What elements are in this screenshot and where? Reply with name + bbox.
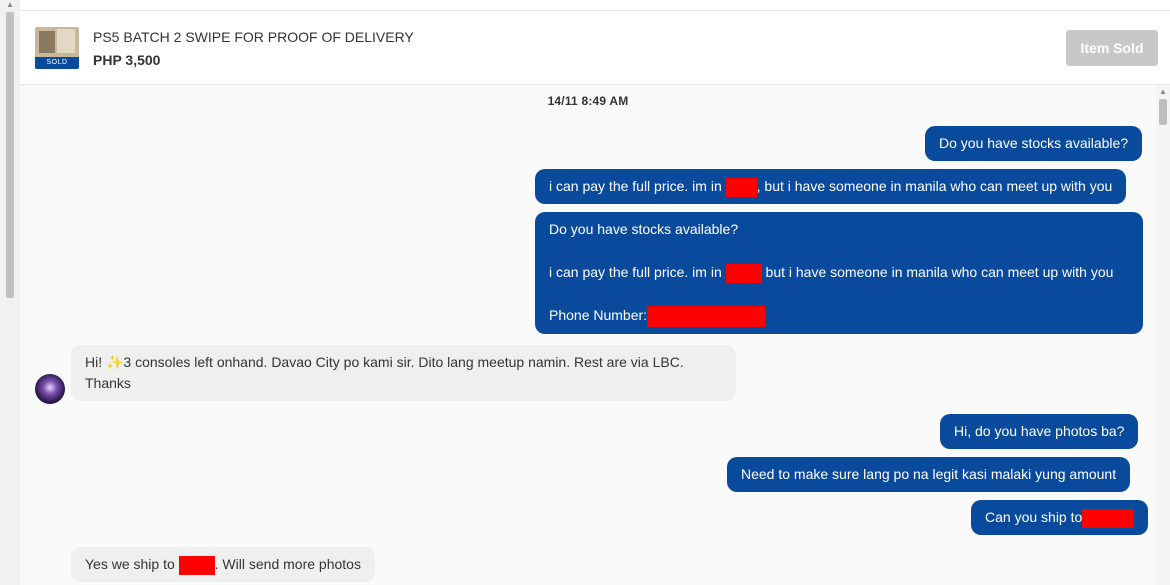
message-line: i can pay the full price. im in but i ha… <box>549 262 1129 283</box>
incoming-message: Yes we ship to . Will send more photos <box>71 547 375 582</box>
page-scrollbar-thumb[interactable] <box>6 12 14 298</box>
thread-scrollbar-thumb[interactable] <box>1159 99 1167 125</box>
listing-price: PHP 3,500 <box>93 52 161 68</box>
outgoing-message: Need to make sure lang po na legit kasi … <box>727 457 1131 492</box>
outgoing-message: Do you have stocks available? <box>925 126 1143 161</box>
redaction-block <box>178 555 215 575</box>
outgoing-message: Hi, do you have photos ba? <box>940 414 1139 449</box>
message-text: i can pay the full price. im in <box>549 264 726 280</box>
thumbnail-image-part <box>39 31 55 53</box>
message-text: Do you have stocks available? <box>549 221 739 237</box>
message-text: Hi, do you have photos ba? <box>954 423 1125 439</box>
message-text: , but i have someone in manila who can m… <box>756 178 1113 194</box>
outgoing-message: Can you ship to <box>971 500 1149 535</box>
thumbnail-image-part <box>57 29 75 53</box>
message-text: Hi! ✨3 consoles left onhand. Davao City … <box>85 354 684 391</box>
sold-badge: SOLD <box>35 57 79 69</box>
scroll-up-icon[interactable]: ▲ <box>1156 87 1170 97</box>
message-line: Phone Number: <box>549 305 1129 327</box>
redaction-block <box>1082 508 1135 528</box>
redaction-block <box>647 305 766 327</box>
listing-thumbnail[interactable]: SOLD <box>35 27 79 69</box>
message-text: but i have someone in manila who can mee… <box>761 264 1114 280</box>
message-thread[interactable]: 14/11 8:49 AM Do you have stocks availab… <box>20 85 1156 585</box>
message-text: Need to make sure lang po na legit kasi … <box>741 466 1117 482</box>
sender-avatar[interactable] <box>35 374 65 404</box>
outgoing-message: Do you have stocks available? i can pay … <box>535 212 1143 334</box>
conversation-panel: SOLD PS5 BATCH 2 SWIPE FOR PROOF OF DELI… <box>20 0 1170 585</box>
message-text: i can pay the full price. im in <box>549 178 726 194</box>
page-scrollbar[interactable]: ▲ <box>0 0 20 585</box>
scroll-up-icon[interactable]: ▲ <box>0 0 20 10</box>
listing-title[interactable]: PS5 BATCH 2 SWIPE FOR PROOF OF DELIVERY <box>93 29 414 45</box>
item-sold-button[interactable]: Item Sold <box>1066 30 1158 66</box>
message-text: Yes we ship to <box>85 556 179 572</box>
redaction-block <box>725 177 757 197</box>
message-timestamp: 14/11 8:49 AM <box>547 94 629 108</box>
listing-header: SOLD PS5 BATCH 2 SWIPE FOR PROOF OF DELI… <box>20 11 1170 85</box>
incoming-message: Hi! ✨3 consoles left onhand. Davao City … <box>71 345 736 401</box>
message-text: . Will send more photos <box>214 556 361 572</box>
outgoing-message: i can pay the full price. im in , but i … <box>535 169 1127 204</box>
message-text: Do you have stocks available? <box>939 135 1129 151</box>
thread-scrollbar[interactable]: ▲ <box>1156 85 1170 585</box>
redaction-block <box>725 263 762 283</box>
message-text: Phone Number: <box>549 307 648 323</box>
message-text: Can you ship to <box>985 509 1083 525</box>
